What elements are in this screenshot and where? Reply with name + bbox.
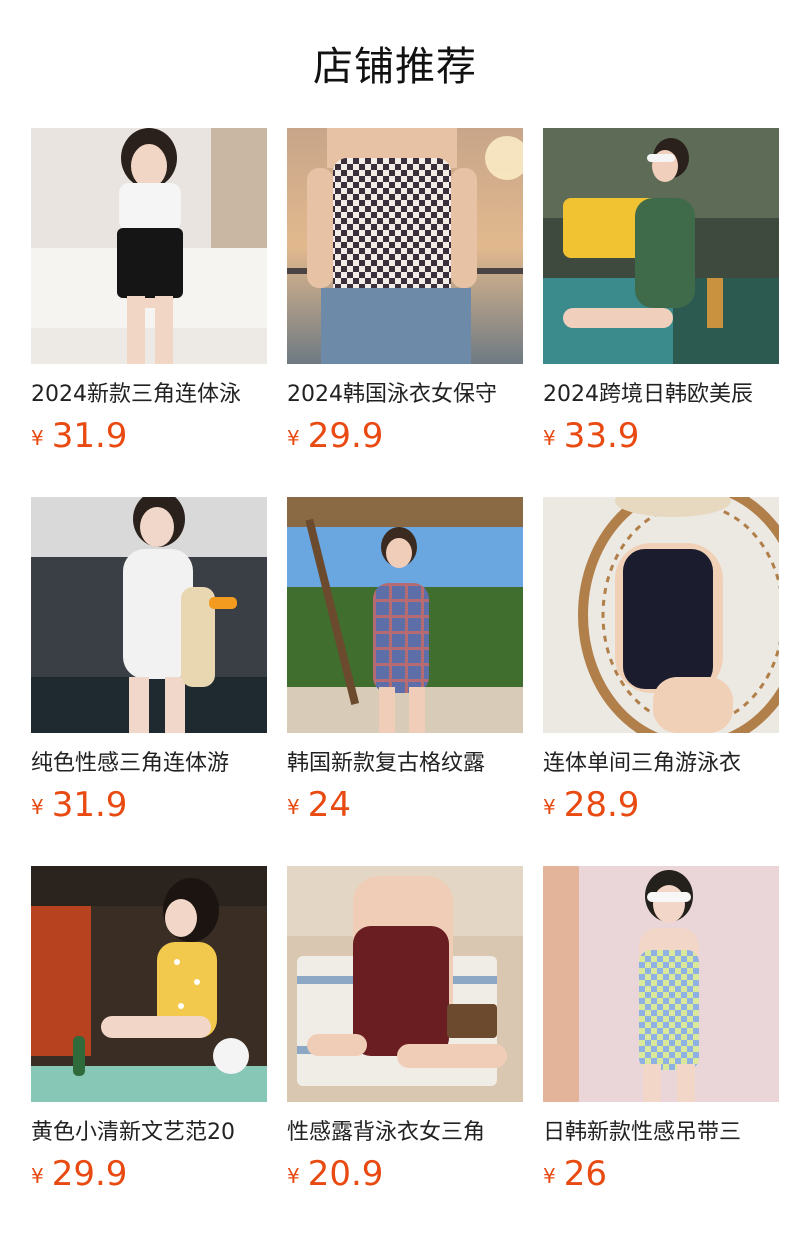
currency-symbol: ¥ bbox=[31, 426, 44, 450]
product-card[interactable]: 纯色性感三角连体游 ¥31.9 bbox=[31, 497, 267, 827]
product-card[interactable]: 韩国新款复古格纹露 ¥24 bbox=[287, 497, 523, 827]
price-value: 29.9 bbox=[51, 1154, 128, 1194]
product-image[interactable] bbox=[287, 128, 523, 364]
product-price: ¥31.9 bbox=[31, 418, 267, 460]
currency-symbol: ¥ bbox=[287, 1164, 300, 1188]
currency-symbol: ¥ bbox=[543, 1164, 556, 1188]
product-card[interactable]: 性感露背泳衣女三角 ¥20.9 bbox=[287, 866, 523, 1196]
product-price: ¥33.9 bbox=[543, 418, 779, 460]
product-name[interactable]: 2024跨境日韩欧美辰 bbox=[543, 380, 779, 410]
product-card[interactable]: 2024跨境日韩欧美辰 ¥33.9 bbox=[543, 128, 779, 458]
price-value: 28.9 bbox=[563, 785, 640, 825]
product-price: ¥24 bbox=[287, 787, 523, 829]
product-image[interactable] bbox=[543, 128, 779, 364]
product-image[interactable] bbox=[31, 866, 267, 1102]
product-name[interactable]: 韩国新款复古格纹露 bbox=[287, 749, 523, 779]
product-card[interactable]: 2024韩国泳衣女保守 ¥29.9 bbox=[287, 128, 523, 458]
product-image[interactable] bbox=[287, 497, 523, 733]
currency-symbol: ¥ bbox=[543, 426, 556, 450]
product-name[interactable]: 性感露背泳衣女三角 bbox=[287, 1118, 523, 1148]
product-image[interactable] bbox=[31, 497, 267, 733]
product-card[interactable]: 日韩新款性感吊带三 ¥26 bbox=[543, 866, 779, 1196]
product-image[interactable] bbox=[543, 866, 779, 1102]
price-value: 26 bbox=[563, 1154, 607, 1194]
price-value: 24 bbox=[307, 785, 351, 825]
product-image[interactable] bbox=[287, 866, 523, 1102]
product-name[interactable]: 2024新款三角连体泳 bbox=[31, 380, 267, 410]
product-card[interactable]: 2024新款三角连体泳 ¥31.9 bbox=[31, 128, 267, 458]
product-image[interactable] bbox=[543, 497, 779, 733]
currency-symbol: ¥ bbox=[543, 795, 556, 819]
currency-symbol: ¥ bbox=[287, 426, 300, 450]
currency-symbol: ¥ bbox=[31, 795, 44, 819]
product-price: ¥28.9 bbox=[543, 787, 779, 829]
price-value: 33.9 bbox=[563, 416, 640, 456]
product-price: ¥29.9 bbox=[287, 418, 523, 460]
product-price: ¥20.9 bbox=[287, 1156, 523, 1198]
currency-symbol: ¥ bbox=[31, 1164, 44, 1188]
product-card[interactable]: 黄色小清新文艺范20 ¥29.9 bbox=[31, 866, 267, 1196]
product-price: ¥26 bbox=[543, 1156, 779, 1198]
product-card[interactable]: 连体单间三角游泳衣 ¥28.9 bbox=[543, 497, 779, 827]
price-value: 29.9 bbox=[307, 416, 384, 456]
product-image[interactable] bbox=[31, 128, 267, 364]
product-name[interactable]: 黄色小清新文艺范20 bbox=[31, 1118, 267, 1148]
product-name[interactable]: 日韩新款性感吊带三 bbox=[543, 1118, 779, 1148]
price-value: 20.9 bbox=[307, 1154, 384, 1194]
price-value: 31.9 bbox=[51, 416, 128, 456]
product-name[interactable]: 纯色性感三角连体游 bbox=[31, 749, 267, 779]
product-price: ¥31.9 bbox=[31, 787, 267, 829]
product-price: ¥29.9 bbox=[31, 1156, 267, 1198]
currency-symbol: ¥ bbox=[287, 795, 300, 819]
page-title: 店铺推荐 bbox=[313, 44, 477, 90]
price-value: 31.9 bbox=[51, 785, 128, 825]
product-name[interactable]: 2024韩国泳衣女保守 bbox=[287, 380, 523, 410]
product-name[interactable]: 连体单间三角游泳衣 bbox=[543, 749, 779, 779]
